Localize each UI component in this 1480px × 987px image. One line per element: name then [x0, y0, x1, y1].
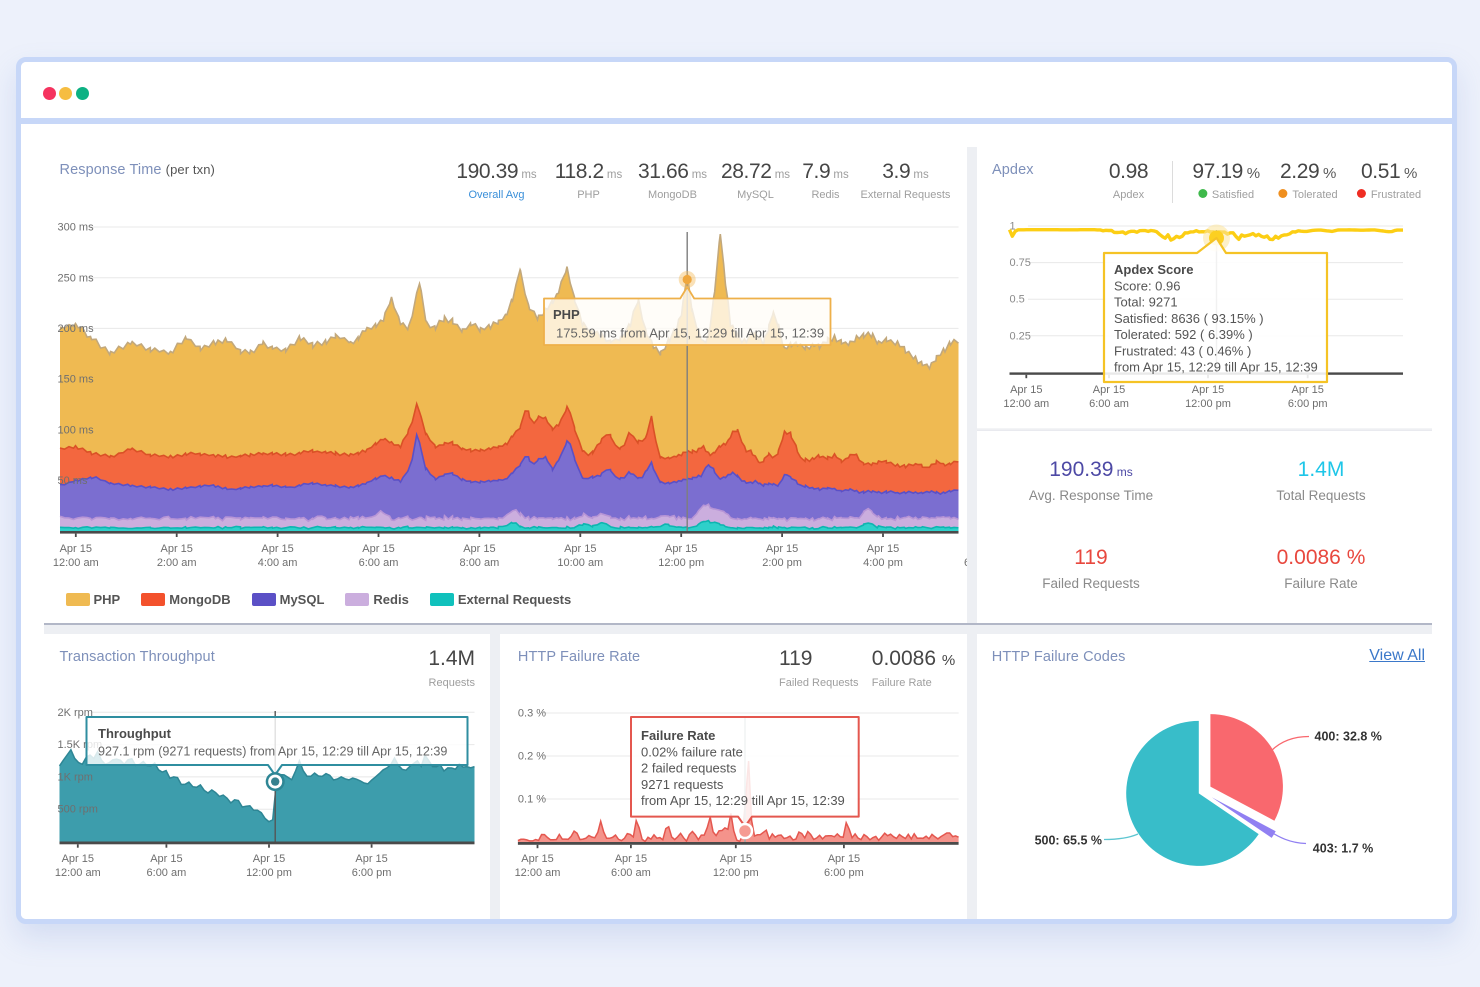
svg-text:0.2 %: 0.2 %	[518, 751, 546, 763]
svg-text:2:00 pm: 2:00 pm	[762, 557, 802, 569]
svg-text:12:00 am: 12:00 am	[1003, 398, 1049, 410]
svg-text:Apr 15: Apr 15	[61, 853, 93, 865]
svg-text:Apr 15: Apr 15	[1192, 384, 1224, 396]
svg-text:Apr 15: Apr 15	[615, 853, 647, 865]
svg-text:Apr 15: Apr 15	[828, 853, 860, 865]
svg-text:2 failed requests: 2 failed requests	[641, 761, 737, 776]
svg-text:Tolerated: 592 ( 6.39% ): Tolerated: 592 ( 6.39% )	[1114, 327, 1253, 342]
svg-text:0.25: 0.25	[1010, 330, 1031, 342]
svg-text:200 ms: 200 ms	[57, 323, 94, 335]
svg-text:Apr 15: Apr 15	[463, 543, 495, 555]
svg-text:2:00 am: 2:00 am	[156, 557, 196, 569]
svg-text:Failure Rate: Failure Rate	[641, 728, 715, 743]
svg-text:Apr 15: Apr 15	[866, 543, 898, 555]
svg-text:from Apr 15, 12:29 till Apr 15: from Apr 15, 12:29 till Apr 15, 12:39	[641, 793, 845, 808]
svg-text:Apr 15: Apr 15	[362, 543, 394, 555]
svg-text:Apr 15: Apr 15	[664, 543, 696, 555]
svg-text:Throughput: Throughput	[98, 726, 172, 741]
svg-text:Apr 15: Apr 15	[720, 853, 752, 865]
svg-text:Apr 15: Apr 15	[1093, 384, 1125, 396]
svg-text:Apr 15: Apr 15	[252, 853, 284, 865]
svg-text:0.5: 0.5	[1010, 294, 1025, 306]
svg-text:300 ms: 300 ms	[57, 222, 94, 234]
svg-text:175.59 ms from Apr 15, 12:29 t: 175.59 ms from Apr 15, 12:29 till Apr 15…	[556, 326, 824, 341]
svg-text:Apr 15: Apr 15	[59, 543, 91, 555]
svg-text:100 ms: 100 ms	[57, 424, 94, 436]
svg-text:PHP: PHP	[553, 307, 580, 322]
svg-text:6:00 am: 6:00 am	[1089, 398, 1129, 410]
svg-text:12:00 am: 12:00 am	[54, 867, 100, 879]
svg-text:6:00 pm: 6:00 pm	[824, 867, 864, 879]
svg-text:0.1 %: 0.1 %	[518, 794, 546, 806]
svg-text:6:00 am: 6:00 am	[146, 867, 186, 879]
svg-text:Apr 15: Apr 15	[1010, 384, 1042, 396]
svg-text:12:00 am: 12:00 am	[52, 557, 98, 569]
svg-text:250 ms: 250 ms	[57, 272, 94, 284]
svg-text:6:00 pm: 6:00 pm	[964, 557, 967, 569]
svg-text:10:00 am: 10:00 am	[557, 557, 603, 569]
svg-text:50 ms: 50 ms	[57, 475, 87, 487]
svg-text:Apr 15: Apr 15	[1291, 384, 1323, 396]
svg-text:Apr 15: Apr 15	[150, 853, 182, 865]
svg-text:403: 1.7 %: 403: 1.7 %	[1313, 842, 1373, 856]
svg-text:4:00 pm: 4:00 pm	[863, 557, 903, 569]
svg-text:0.02% failure rate: 0.02% failure rate	[641, 745, 743, 760]
svg-text:Apdex Score: Apdex Score	[1114, 262, 1193, 277]
svg-text:Satisfied: 8636 ( 93.15% ): Satisfied: 8636 ( 93.15% )	[1114, 311, 1264, 326]
svg-text:6:00 am: 6:00 am	[358, 557, 398, 569]
svg-text:12:00 pm: 12:00 pm	[246, 867, 292, 879]
svg-text:9271 requests: 9271 requests	[641, 777, 724, 792]
svg-text:500: 65.5 %: 500: 65.5 %	[1035, 834, 1102, 848]
svg-text:927.1 rpm (9271 requests) from: 927.1 rpm (9271 requests) from Apr 15, 1…	[98, 745, 447, 759]
svg-text:6:00 am: 6:00 am	[611, 867, 651, 879]
svg-text:Apr 15: Apr 15	[521, 853, 553, 865]
svg-text:150 ms: 150 ms	[57, 374, 94, 386]
svg-text:6:00 pm: 6:00 pm	[351, 867, 391, 879]
svg-text:Frustrated: 43 ( 0.46% ): Frustrated: 43 ( 0.46% )	[1114, 343, 1251, 358]
svg-text:8:00 am: 8:00 am	[459, 557, 499, 569]
svg-text:1K rpm: 1K rpm	[57, 771, 92, 783]
svg-text:Score: 0.96: Score: 0.96	[1114, 279, 1181, 294]
svg-text:0.3 %: 0.3 %	[518, 708, 546, 720]
svg-text:400: 32.8 %: 400: 32.8 %	[1315, 730, 1382, 744]
svg-text:from Apr 15, 12:29 till Apr 15: from Apr 15, 12:29 till Apr 15, 12:39	[1114, 360, 1318, 375]
svg-text:Apr 15: Apr 15	[261, 543, 293, 555]
svg-text:12:00 pm: 12:00 pm	[713, 867, 759, 879]
svg-text:Apr 15: Apr 15	[564, 543, 596, 555]
svg-text:4:00 am: 4:00 am	[257, 557, 297, 569]
svg-text:Apr 15: Apr 15	[355, 853, 387, 865]
svg-text:500 rpm: 500 rpm	[57, 804, 97, 816]
svg-text:12:00 pm: 12:00 pm	[658, 557, 704, 569]
svg-text:12:00 pm: 12:00 pm	[1185, 398, 1231, 410]
svg-text:12:00 am: 12:00 am	[515, 867, 561, 879]
svg-text:6:00 pm: 6:00 pm	[1288, 398, 1328, 410]
svg-text:Total: 9271: Total: 9271	[1114, 295, 1178, 310]
svg-text:Apr 15: Apr 15	[160, 543, 192, 555]
svg-text:0.75: 0.75	[1010, 257, 1031, 269]
svg-text:Apr 15: Apr 15	[765, 543, 797, 555]
